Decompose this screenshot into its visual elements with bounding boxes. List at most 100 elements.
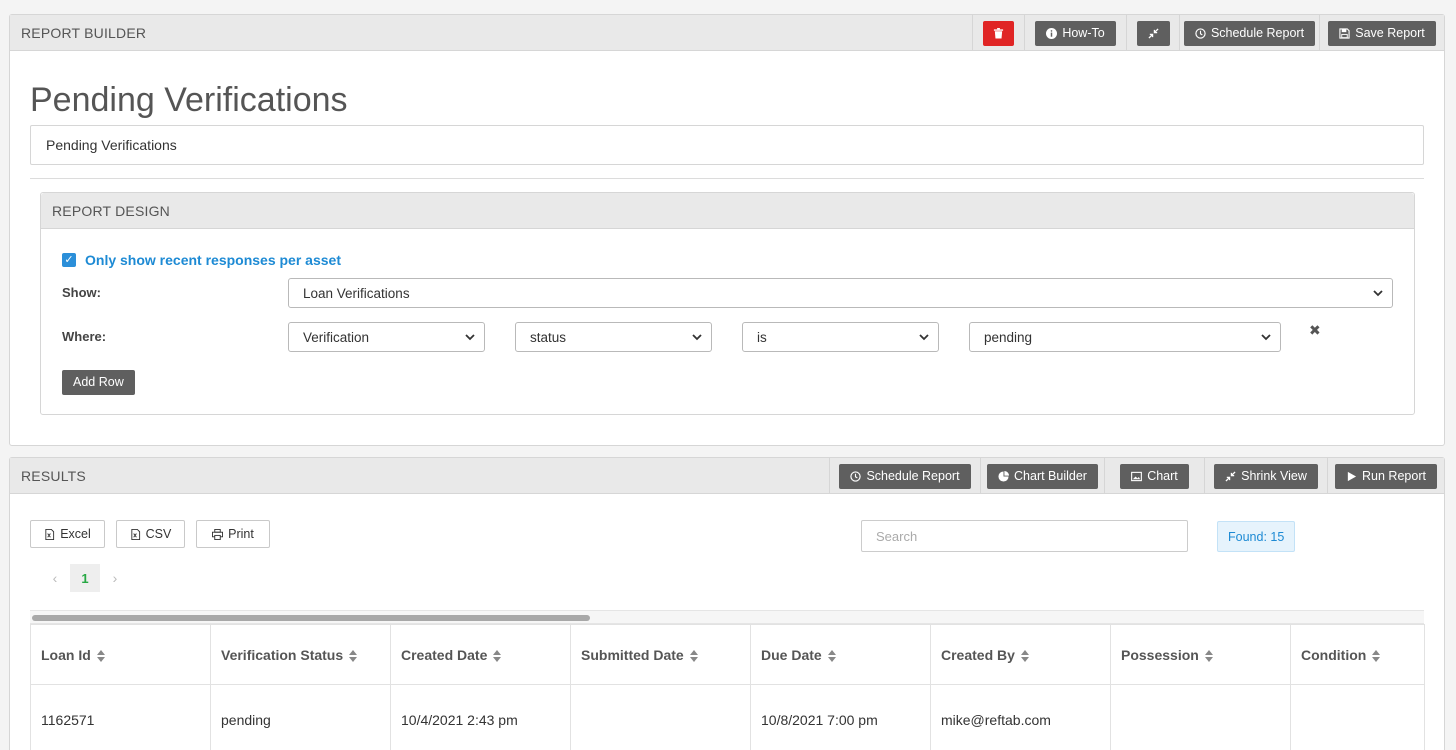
delete-report-button[interactable] bbox=[983, 20, 1014, 46]
report-title-input[interactable] bbox=[30, 125, 1424, 165]
shrink-view-label: Shrink View bbox=[1241, 468, 1307, 483]
column-header-label: Verification Status bbox=[221, 646, 344, 663]
sort-icon[interactable] bbox=[689, 649, 698, 662]
where-attribute-value: status bbox=[530, 329, 567, 345]
column-header-label: Due Date bbox=[761, 646, 822, 663]
pie-chart-icon bbox=[998, 470, 1010, 482]
show-select[interactable]: Loan Verifications bbox=[288, 278, 1393, 308]
column-header[interactable]: Possession bbox=[1110, 624, 1291, 685]
export-csv-label: CSV bbox=[145, 527, 172, 541]
table-cell: mike@reftab.com bbox=[930, 684, 1111, 750]
column-header-label: Submitted Date bbox=[581, 646, 684, 663]
sort-icon[interactable] bbox=[96, 649, 105, 662]
sort-icon[interactable] bbox=[1372, 649, 1381, 662]
sort-icon[interactable] bbox=[493, 649, 502, 662]
column-header[interactable]: Verification Status bbox=[210, 624, 391, 685]
results-panel: RESULTS Schedule Report Chart Builder Ch… bbox=[9, 457, 1445, 750]
info-icon bbox=[1046, 27, 1058, 39]
column-header[interactable]: Submitted Date bbox=[570, 624, 751, 685]
sort-icon[interactable] bbox=[1020, 649, 1029, 662]
divider bbox=[30, 178, 1424, 179]
chart-builder-button[interactable]: Chart Builder bbox=[987, 463, 1098, 489]
table-row[interactable]: 1162571 pending 10/4/2021 2:43 pm 10/8/2… bbox=[30, 684, 1425, 750]
recent-responses-option[interactable]: ✓ Only show recent responses per asset bbox=[62, 252, 341, 268]
compress-icon bbox=[1225, 470, 1236, 482]
excel-file-icon bbox=[45, 528, 55, 540]
recent-responses-checkbox[interactable]: ✓ bbox=[62, 253, 76, 267]
table-cell: 1162571 bbox=[30, 684, 211, 750]
print-button[interactable]: Print bbox=[196, 520, 270, 548]
table-cell: 10/8/2021 7:00 pm bbox=[750, 684, 931, 750]
remove-row-icon[interactable]: ✖ bbox=[1309, 322, 1321, 339]
horizontal-scrollbar[interactable] bbox=[30, 610, 1424, 624]
where-label: Where: bbox=[62, 329, 107, 344]
chevron-down-icon bbox=[692, 334, 702, 341]
compress-icon bbox=[1147, 27, 1159, 39]
where-value-value: pending bbox=[984, 329, 1033, 345]
compress-button[interactable] bbox=[1136, 20, 1170, 46]
sort-icon[interactable] bbox=[349, 649, 358, 662]
table-header-row: Loan Id Verification Status Created Date… bbox=[30, 624, 1425, 685]
csv-file-icon bbox=[131, 528, 140, 540]
report-design-header: REPORT DESIGN bbox=[41, 193, 1414, 229]
chevron-down-icon bbox=[1261, 334, 1271, 341]
chevron-left-icon[interactable]: ‹ bbox=[40, 564, 70, 592]
add-row-button[interactable]: Add Row bbox=[62, 370, 135, 395]
schedule-report-button[interactable]: Schedule Report bbox=[1183, 20, 1316, 46]
column-header[interactable]: Due Date bbox=[750, 624, 931, 685]
where-value-select[interactable]: pending bbox=[969, 322, 1281, 352]
how-to-button[interactable]: How-To bbox=[1035, 20, 1116, 46]
scrollbar-thumb[interactable] bbox=[32, 615, 590, 621]
column-header-label: Condition bbox=[1301, 646, 1367, 663]
print-icon bbox=[212, 528, 224, 540]
results-header: RESULTS Schedule Report Chart Builder Ch… bbox=[10, 458, 1444, 494]
table-cell bbox=[1110, 684, 1291, 750]
column-header-label: Created Date bbox=[401, 646, 488, 663]
show-label: Show: bbox=[62, 285, 101, 300]
column-header[interactable]: Created Date bbox=[390, 624, 571, 685]
chart-label: Chart bbox=[1147, 468, 1178, 483]
save-report-label: Save Report bbox=[1355, 25, 1425, 40]
page-number[interactable]: 1 bbox=[70, 564, 100, 592]
chevron-down-icon bbox=[1373, 290, 1383, 297]
chevron-down-icon bbox=[919, 334, 929, 341]
search-input[interactable] bbox=[861, 520, 1188, 552]
table-cell: 10/4/2021 2:43 pm bbox=[390, 684, 571, 750]
where-attribute-select[interactable]: status bbox=[515, 322, 712, 352]
where-field-value: Verification bbox=[303, 329, 370, 345]
results-table: Loan Id Verification Status Created Date… bbox=[30, 624, 1425, 750]
run-report-button[interactable]: Run Report bbox=[1335, 463, 1437, 489]
export-excel-button[interactable]: Excel bbox=[30, 520, 105, 548]
export-csv-button[interactable]: CSV bbox=[116, 520, 185, 548]
save-report-button[interactable]: Save Report bbox=[1328, 20, 1436, 46]
chevron-right-icon[interactable]: › bbox=[100, 564, 130, 592]
clock-icon bbox=[1195, 27, 1206, 39]
column-header[interactable]: Loan Id bbox=[30, 624, 211, 685]
column-header[interactable]: Condition bbox=[1290, 624, 1425, 685]
report-design-panel: REPORT DESIGN ✓ Only show recent respons… bbox=[40, 192, 1415, 415]
recent-responses-label[interactable]: Only show recent responses per asset bbox=[85, 252, 341, 268]
sort-icon[interactable] bbox=[1204, 649, 1213, 662]
shrink-view-button[interactable]: Shrink View bbox=[1214, 463, 1318, 489]
print-label: Print bbox=[228, 527, 254, 541]
export-excel-label: Excel bbox=[60, 527, 91, 541]
sort-icon[interactable] bbox=[827, 649, 836, 662]
results-title: RESULTS bbox=[21, 467, 86, 484]
column-header[interactable]: Created By bbox=[930, 624, 1111, 685]
found-count-badge: Found: 15 bbox=[1217, 521, 1296, 552]
column-header-label: Created By bbox=[941, 646, 1015, 663]
where-field-select[interactable]: Verification bbox=[288, 322, 485, 352]
table-cell: pending bbox=[210, 684, 391, 750]
chart-builder-label: Chart Builder bbox=[1014, 468, 1087, 483]
trash-icon bbox=[993, 27, 1004, 39]
where-operator-value: is bbox=[757, 329, 767, 345]
results-schedule-report-button[interactable]: Schedule Report bbox=[839, 463, 971, 489]
schedule-report-label: Schedule Report bbox=[1210, 25, 1305, 40]
clock-icon bbox=[850, 470, 862, 482]
report-design-title: REPORT DESIGN bbox=[52, 202, 170, 219]
results-schedule-report-label: Schedule Report bbox=[866, 468, 960, 483]
table-cell bbox=[570, 684, 751, 750]
where-operator-select[interactable]: is bbox=[742, 322, 939, 352]
chart-button[interactable]: Chart bbox=[1120, 463, 1189, 489]
report-builder-panel: REPORT BUILDER How-To Schedule Report Sa… bbox=[9, 14, 1445, 446]
